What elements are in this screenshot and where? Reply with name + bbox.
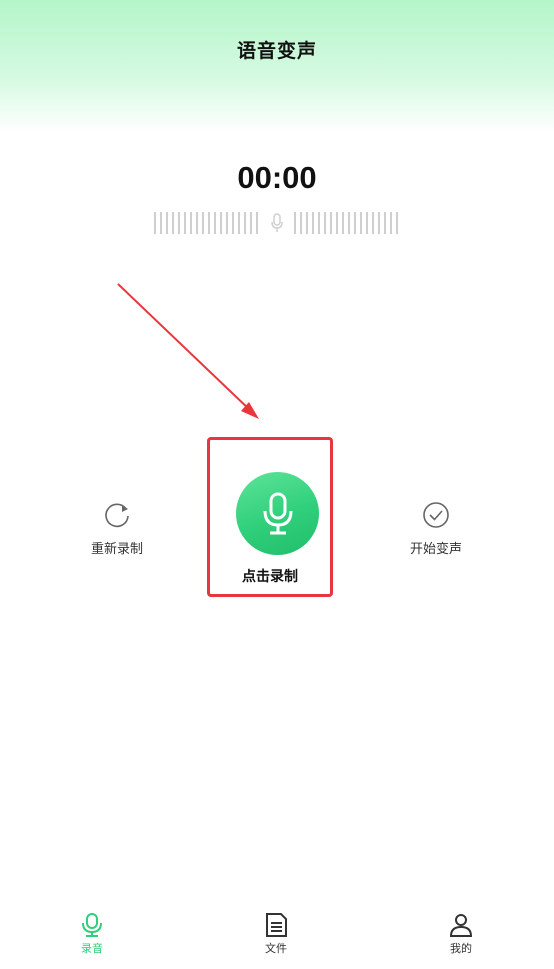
waveform-right bbox=[294, 212, 398, 234]
tab-mine-label: 我的 bbox=[450, 942, 472, 955]
user-icon bbox=[449, 914, 473, 937]
tab-files-label: 文件 bbox=[265, 942, 287, 955]
waveform bbox=[154, 212, 400, 234]
tab-files[interactable]: 文件 bbox=[236, 912, 316, 956]
microphone-icon bbox=[82, 913, 102, 937]
waveform-left bbox=[154, 212, 258, 234]
rerecord-label: 重新录制 bbox=[90, 542, 143, 557]
tab-record[interactable]: 录音 bbox=[52, 912, 132, 956]
record-button[interactable] bbox=[236, 472, 319, 555]
tab-mine[interactable]: 我的 bbox=[421, 912, 501, 956]
record-timer: 00:00 bbox=[237, 160, 317, 195]
document-icon bbox=[266, 913, 287, 937]
tab-bar: 录音 文件 我的 bbox=[0, 906, 554, 969]
tab-record-label: 录音 bbox=[81, 942, 103, 955]
record-label[interactable]: 点击录制 bbox=[207, 566, 333, 586]
microphone-icon bbox=[263, 492, 292, 534]
refresh-icon bbox=[105, 503, 129, 528]
start-change-label: 开始变声 bbox=[409, 542, 462, 557]
start-change-button[interactable]: 开始变声 bbox=[386, 500, 486, 557]
rerecord-button[interactable]: 重新录制 bbox=[67, 500, 167, 557]
microphone-icon bbox=[271, 213, 283, 232]
check-circle-icon bbox=[423, 502, 449, 528]
page-title: 语音变声 bbox=[236, 40, 317, 62]
header: 语音变声 bbox=[0, 0, 554, 132]
